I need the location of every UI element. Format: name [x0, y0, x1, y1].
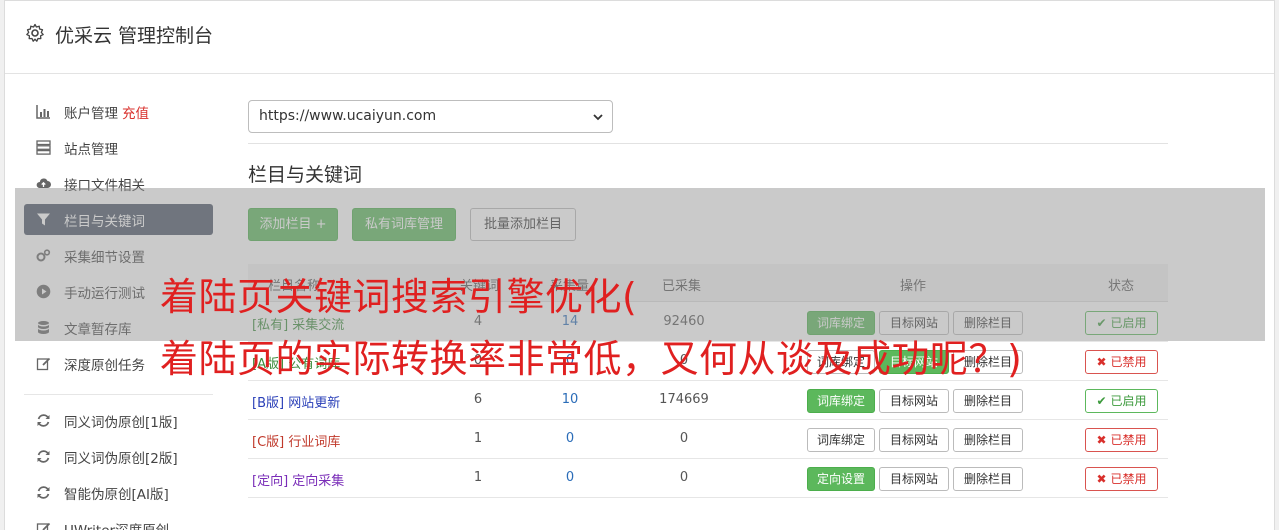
panel-header: 优采云 管理控制台 [5, 1, 1274, 74]
collected-total: 0 [679, 470, 689, 485]
bind-library-button[interactable]: 词库绑定 [807, 389, 875, 413]
column-title: 定向采集 [292, 474, 345, 489]
collected-total: 0 [679, 431, 689, 446]
bar-chart-icon [36, 105, 50, 119]
sidebar-item-uwriter[interactable]: UWriter深度原创 [24, 513, 213, 530]
table-row: [B版] 网站更新 6 10 174669 词库绑定 目标网站 删除栏目 ✔ 已… [248, 381, 1168, 420]
sidebar-item-label: UWriter深度原创 [64, 519, 169, 530]
status-label: 已启用 [1110, 394, 1147, 408]
sidebar-item-ai-rewrite[interactable]: 智能伪原创[AI版] [24, 477, 213, 508]
status-label: 已禁用 [1110, 433, 1147, 447]
sidebar-item-sites[interactable]: 站点管理 [24, 132, 213, 163]
keyword-count: 1 [473, 431, 483, 446]
sidebar-item-label: 深度原创任务 [64, 358, 145, 374]
chevron-down-icon [593, 114, 603, 121]
refresh-icon [37, 414, 50, 427]
column-name[interactable]: [C版] 行业词库 [252, 431, 340, 450]
check-icon: ✔ [1096, 394, 1107, 408]
close-icon: ✖ [1096, 355, 1107, 369]
divider [248, 143, 1168, 144]
status-toggle[interactable]: ✖ 已禁用 [1085, 350, 1158, 374]
column-name[interactable]: [定向] 定向采集 [252, 470, 344, 489]
column-title: 行业词库 [288, 435, 341, 450]
status-toggle[interactable]: ✖ 已禁用 [1085, 467, 1158, 491]
watermark-text: 着陆页关键词搜索引擎优化( [160, 275, 638, 319]
site-select[interactable]: https://www.ucaiyun.com [248, 100, 613, 133]
keyword-count: 1 [473, 470, 483, 485]
gear-icon [26, 23, 44, 42]
sidebar-item-label: 账户管理 [64, 106, 118, 122]
sidebar-item-synonym-v1[interactable]: 同义词伪原创[1版] [24, 405, 213, 436]
column-name[interactable]: [B版] 网站更新 [252, 392, 340, 411]
sidebar-item-label: 同义词伪原创[2版] [64, 451, 178, 467]
edit-icon [36, 522, 51, 530]
targeted-settings-button[interactable]: 定向设置 [807, 467, 875, 491]
refresh-icon [37, 486, 50, 499]
collected-total: 174669 [659, 392, 709, 407]
sidebar-item-label: 同义词伪原创[1版] [64, 415, 178, 431]
recharge-link[interactable]: 充值 [122, 106, 149, 122]
column-tag: [C版] [252, 435, 285, 450]
status-toggle[interactable]: ✔ 已启用 [1085, 389, 1158, 413]
collect-count[interactable]: 10 [530, 392, 610, 407]
keyword-count: 6 [473, 392, 483, 407]
refresh-icon [37, 450, 50, 463]
column-title: 网站更新 [288, 396, 341, 411]
section-title: 栏目与关键词 [248, 164, 363, 186]
table-row: [定向] 定向采集 1 0 0 定向设置 目标网站 删除栏目 ✖ 已禁用 [248, 459, 1168, 498]
status-toggle[interactable]: ✖ 已禁用 [1085, 428, 1158, 452]
close-icon: ✖ [1096, 472, 1107, 486]
collect-count[interactable]: 0 [530, 470, 610, 485]
sidebar-divider [24, 394, 213, 395]
target-site-button[interactable]: 目标网站 [879, 467, 949, 491]
target-site-button[interactable]: 目标网站 [879, 428, 949, 452]
sidebar-item-account[interactable]: 账户管理 充值 [24, 96, 213, 127]
column-tag: [定向] [252, 474, 289, 489]
app-title: 优采云 管理控制台 [55, 25, 214, 47]
site-select-value: https://www.ucaiyun.com [259, 108, 437, 124]
column-tag: [B版] [252, 396, 285, 411]
server-icon [36, 140, 51, 155]
watermark-text: 着陆页的实际转换率非常低，又何从谈及成功呢？) [160, 337, 1023, 381]
target-site-button[interactable]: 目标网站 [879, 389, 949, 413]
close-icon: ✖ [1096, 433, 1107, 447]
status-label: 已禁用 [1110, 355, 1147, 369]
sidebar-item-label: 站点管理 [64, 142, 118, 158]
delete-column-button[interactable]: 删除栏目 [953, 467, 1023, 491]
table-row: [C版] 行业词库 1 0 0 词库绑定 目标网站 删除栏目 ✖ 已禁用 [248, 420, 1168, 459]
edit-icon [36, 357, 51, 371]
status-label: 已禁用 [1110, 472, 1147, 486]
bind-library-button[interactable]: 词库绑定 [807, 428, 875, 452]
delete-column-button[interactable]: 删除栏目 [953, 428, 1023, 452]
sidebar-item-synonym-v2[interactable]: 同义词伪原创[2版] [24, 441, 213, 472]
sidebar-item-label: 智能伪原创[AI版] [64, 487, 169, 503]
collect-count[interactable]: 0 [530, 431, 610, 446]
delete-column-button[interactable]: 删除栏目 [953, 389, 1023, 413]
